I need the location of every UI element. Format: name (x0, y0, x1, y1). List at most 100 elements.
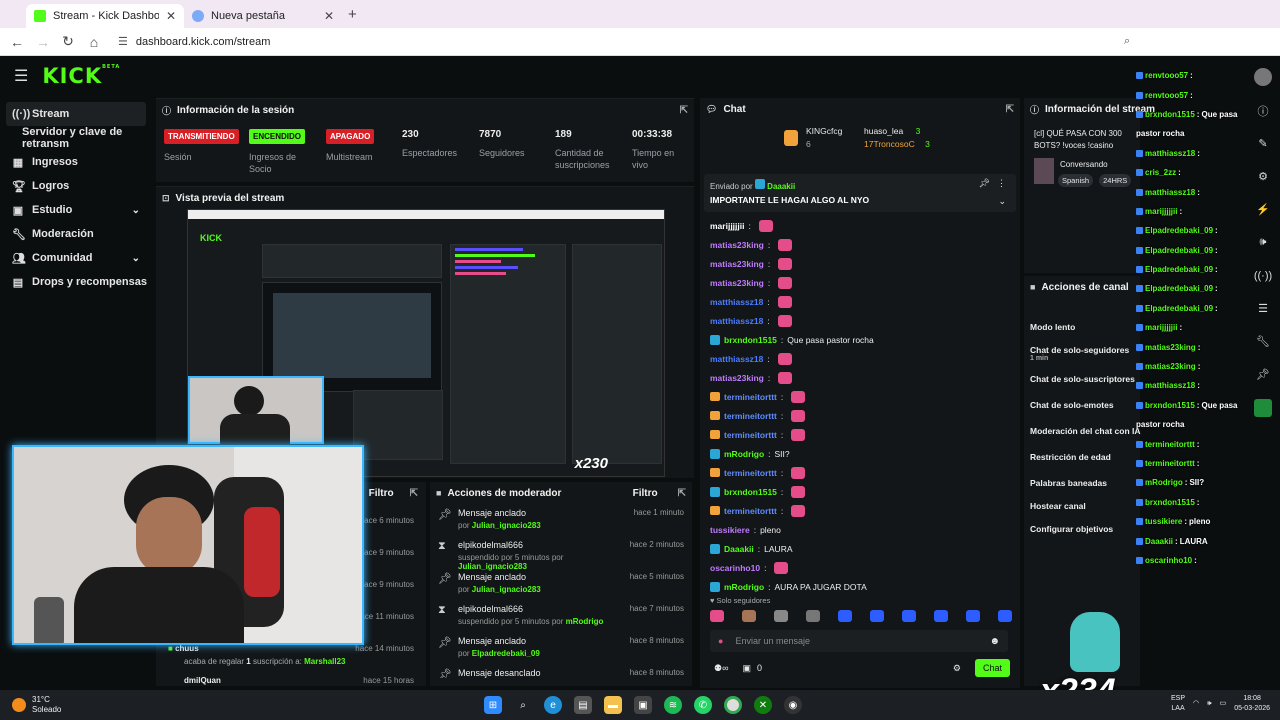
sidebar-item-logros[interactable]: 🏆︎ Logros (0, 174, 150, 198)
store-icon[interactable]: ▤ (574, 696, 592, 714)
chat-username[interactable]: matthiassz18 (710, 354, 763, 364)
signal-icon[interactable]: ((·)) (1246, 259, 1280, 292)
action-user[interactable]: Julian_ignacio283 (472, 585, 541, 594)
action-user[interactable]: Julian_ignacio283 (458, 562, 527, 571)
sidebar-item-stream[interactable]: ((·)) Stream (6, 102, 146, 126)
tag[interactable]: Spanish (1058, 174, 1094, 187)
back-icon[interactable]: ← (10, 34, 24, 50)
channel-action-ai-moderation[interactable]: Moderación del chat con IA (1024, 418, 1141, 444)
home-icon[interactable]: ⌂ (88, 34, 100, 50)
capture-icon[interactable]: ▣ (634, 696, 652, 714)
filter-button[interactable]: Filtro (633, 488, 658, 499)
clock[interactable]: 18:08 05-03-2026 (1234, 694, 1270, 714)
chat-username[interactable]: termineitorttt (724, 411, 777, 421)
pin-icon[interactable]: 📌︎ (1246, 358, 1280, 391)
weather-widget[interactable]: 31°C Soleado (0, 695, 200, 715)
popout-icon[interactable]: ⇱ (680, 105, 688, 116)
chat-username[interactable]: matthiassz18 (710, 316, 763, 326)
sidebar-item-ingresos[interactable]: ▦ Ingresos (0, 150, 150, 174)
action-title[interactable]: elpikodelmal666 (458, 604, 620, 614)
edge-icon[interactable]: e (544, 696, 562, 714)
chrome-icon[interactable] (724, 696, 742, 714)
action-user[interactable]: mRodrigo (566, 617, 604, 626)
filter-button[interactable]: Filtro (369, 488, 394, 499)
close-tab-icon[interactable]: ✕ (324, 9, 334, 23)
forward-icon[interactable]: → (36, 34, 50, 50)
emote-icon[interactable] (870, 610, 884, 622)
emote-icon[interactable] (774, 610, 788, 622)
popout-icon[interactable]: ⇱ (1006, 104, 1014, 115)
spotify-icon[interactable]: ≋ (664, 696, 682, 714)
emoji-icon[interactable]: ☻ (989, 636, 1000, 647)
sidebar-item-server-key[interactable]: Servidor y clave de retransm (0, 126, 150, 150)
kick-logo[interactable]: KICKBETA (42, 64, 120, 88)
emote-icon[interactable] (934, 610, 948, 622)
reload-icon[interactable]: ↻ (62, 33, 74, 50)
info-icon[interactable]: ⓘ (1246, 94, 1280, 127)
wrench-icon[interactable]: 🔧︎ (1246, 325, 1280, 358)
gifter-3[interactable]: 17TroncosoC 3 (864, 139, 930, 149)
points-icon[interactable]: ⚉∞ (714, 663, 728, 674)
pin-icon[interactable]: 📌︎ (979, 178, 990, 189)
more-icon[interactable]: ⋮ (997, 178, 1006, 189)
channel-action-emotes-only[interactable]: Chat de solo-emotes (1024, 392, 1140, 418)
tag[interactable]: 24HRS (1099, 174, 1132, 187)
channel-action-subs-only[interactable]: Chat de solo-suscriptores (1024, 366, 1140, 392)
send-chat-button[interactable]: Chat (974, 659, 1010, 677)
stream-category[interactable]: Conversando (1060, 160, 1108, 169)
chat-username[interactable]: mRodrigo (724, 582, 764, 592)
chat-username[interactable]: matias23king (710, 373, 764, 383)
gifter-2[interactable]: huaso_lea 3 (864, 126, 920, 136)
url-field[interactable]: ☰ dashboard.kick.com/stream (118, 35, 270, 49)
channel-action-goals[interactable]: Configurar objetivos (1024, 516, 1140, 542)
emote-icon[interactable] (902, 610, 916, 622)
gift-icon[interactable]: ▣ (742, 663, 751, 674)
action-user[interactable]: Julian_ignacio283 (472, 521, 541, 530)
folder-icon[interactable]: ▬ (604, 696, 622, 714)
flash-icon[interactable]: ⚡ (1246, 193, 1280, 226)
chevron-down-icon[interactable]: ⌄ (998, 196, 1006, 207)
pinned-message[interactable]: Enviado por Daaakii IMPORTANTE LE HAGAI … (704, 174, 1016, 212)
chat-username[interactable]: termineitorttt (724, 506, 777, 516)
sidebar-item-estudio[interactable]: ▣ Estudio ⌄ (0, 198, 150, 222)
list-icon[interactable]: ☰ (1246, 292, 1280, 325)
green-app-icon[interactable] (1246, 391, 1280, 424)
sidebar-item-moderacion[interactable]: 🔧︎ Moderación (0, 222, 150, 246)
channel-action-host[interactable]: Hostear canal (1024, 496, 1140, 516)
sidebar-item-comunidad[interactable]: 👥︎ Comunidad ⌄ (0, 246, 150, 270)
gifter-1[interactable]: KINGcfcg (806, 126, 842, 136)
channel-action-slow-mode[interactable]: Modo lento (1024, 314, 1140, 340)
sidebar-item-drops[interactable]: ▤ Drops y recompensas (0, 270, 150, 294)
settings-icon[interactable]: ⚙ (1246, 160, 1280, 193)
mic-icon[interactable]: ● (718, 636, 723, 646)
chat-username[interactable]: brxndon1515 (724, 335, 777, 345)
chat-username[interactable]: mRodrigo (724, 449, 764, 459)
chat-username[interactable]: brxndon1515 (724, 487, 777, 497)
chat-username[interactable]: matthiassz18 (710, 297, 763, 307)
chat-username[interactable]: matias23king (710, 278, 764, 288)
chat-username[interactable]: termineitorttt (724, 430, 777, 440)
site-info-icon[interactable]: ☰ (118, 35, 128, 48)
tab-stream-dashboard[interactable]: Stream - Kick Dashboard ✕ (26, 4, 184, 28)
emote-icon[interactable] (966, 610, 980, 622)
action-user[interactable]: Elpadredebaki_09 (472, 649, 540, 658)
chat-username[interactable]: termineitorttt (724, 392, 777, 402)
popout-icon[interactable]: ⇱ (678, 488, 686, 499)
action-title[interactable]: elpikodelmal666 (458, 540, 620, 550)
windows-start-icon[interactable]: ⊞ (484, 696, 502, 714)
chevron-down-icon[interactable]: ⌄ (132, 205, 140, 216)
new-tab-icon[interactable]: + (348, 6, 357, 23)
search-icon[interactable]: ⌕ (514, 696, 532, 714)
xbox-icon[interactable]: ✕ (754, 696, 772, 714)
battery-icon[interactable]: ▭ (1220, 699, 1227, 709)
edit-icon[interactable]: ✎ (1246, 127, 1280, 160)
channel-action-age-restriction[interactable]: Restricción de edad (1024, 444, 1140, 470)
chat-username[interactable]: matias23king (710, 240, 764, 250)
chat-username[interactable]: matias23king (710, 259, 764, 269)
emote-icon[interactable] (838, 610, 852, 622)
obs-icon[interactable]: ◉ (784, 696, 802, 714)
channel-action-banned-words[interactable]: Palabras baneadas (1024, 470, 1140, 496)
zoom-icon[interactable]: ⌕ (1124, 35, 1130, 48)
chat-username[interactable]: oscarinho10 (710, 563, 760, 573)
volume-icon[interactable]: 🕪︎ (1207, 699, 1211, 709)
